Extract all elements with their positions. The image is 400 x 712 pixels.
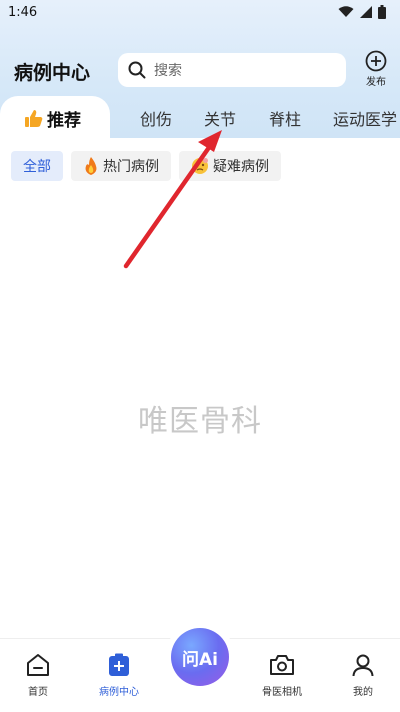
chip-label: 全部 (23, 159, 51, 175)
tab-trauma[interactable]: 创伤 (140, 106, 172, 130)
chip-label: 热门病例 (103, 159, 159, 175)
watermark-text: 唯医骨科 (138, 404, 262, 439)
thumbs-up-icon (25, 109, 43, 127)
nav-case-center[interactable]: 病例中心 (89, 653, 149, 698)
home-icon (27, 654, 49, 676)
ask-ai-label: 问Ai (182, 649, 218, 670)
page-title: 病例中心 (14, 62, 91, 84)
nav-label: 首页 (28, 687, 48, 698)
plus-circle-icon (365, 50, 387, 72)
wifi-icon (338, 6, 354, 17)
tab-sports-medicine[interactable]: 运动医学 (333, 106, 397, 130)
confused-face-icon (192, 158, 208, 174)
nav-label: 病例中心 (99, 687, 139, 698)
fire-icon (85, 157, 97, 175)
user-icon (352, 654, 374, 677)
chip-difficult-cases[interactable]: 疑难病例 (179, 151, 281, 181)
nav-mine[interactable]: 我的 (333, 653, 393, 698)
nav-home[interactable]: 首页 (8, 653, 68, 698)
tab-label: 推荐 (47, 111, 81, 131)
publish-button[interactable]: 发布 (358, 50, 394, 90)
tab-recommend[interactable]: 推荐 (24, 106, 81, 131)
chip-label: 疑难病例 (213, 159, 269, 175)
content-area (0, 138, 400, 638)
search-input[interactable]: 搜索 (118, 53, 346, 87)
camera-icon (270, 655, 294, 675)
chip-all[interactable]: 全部 (11, 151, 63, 181)
nav-bone-camera[interactable]: 骨医相机 (252, 653, 312, 698)
category-tabs: 推荐 创伤 关节 脊柱 运动医学 (0, 96, 400, 142)
header: 病例中心 搜索 发布 (0, 48, 400, 92)
filter-chips: 全部 热门病例 疑难病例 (11, 151, 281, 181)
search-placeholder: 搜索 (154, 63, 182, 79)
status-time: 1:46 (8, 4, 38, 20)
tab-spine[interactable]: 脊柱 (269, 106, 301, 130)
tab-joint[interactable]: 关节 (204, 106, 236, 130)
search-icon (128, 61, 146, 79)
status-bar: 1:46 (0, 0, 400, 24)
publish-label: 发布 (366, 77, 386, 88)
battery-icon (378, 5, 386, 19)
case-center-icon (109, 653, 129, 676)
status-icons (338, 5, 386, 19)
chip-hot-cases[interactable]: 热门病例 (71, 151, 171, 181)
nav-label: 我的 (353, 687, 373, 698)
nav-label: 骨医相机 (262, 687, 302, 698)
signal-icon (360, 6, 372, 18)
ask-ai-button[interactable]: 问Ai (171, 628, 229, 686)
